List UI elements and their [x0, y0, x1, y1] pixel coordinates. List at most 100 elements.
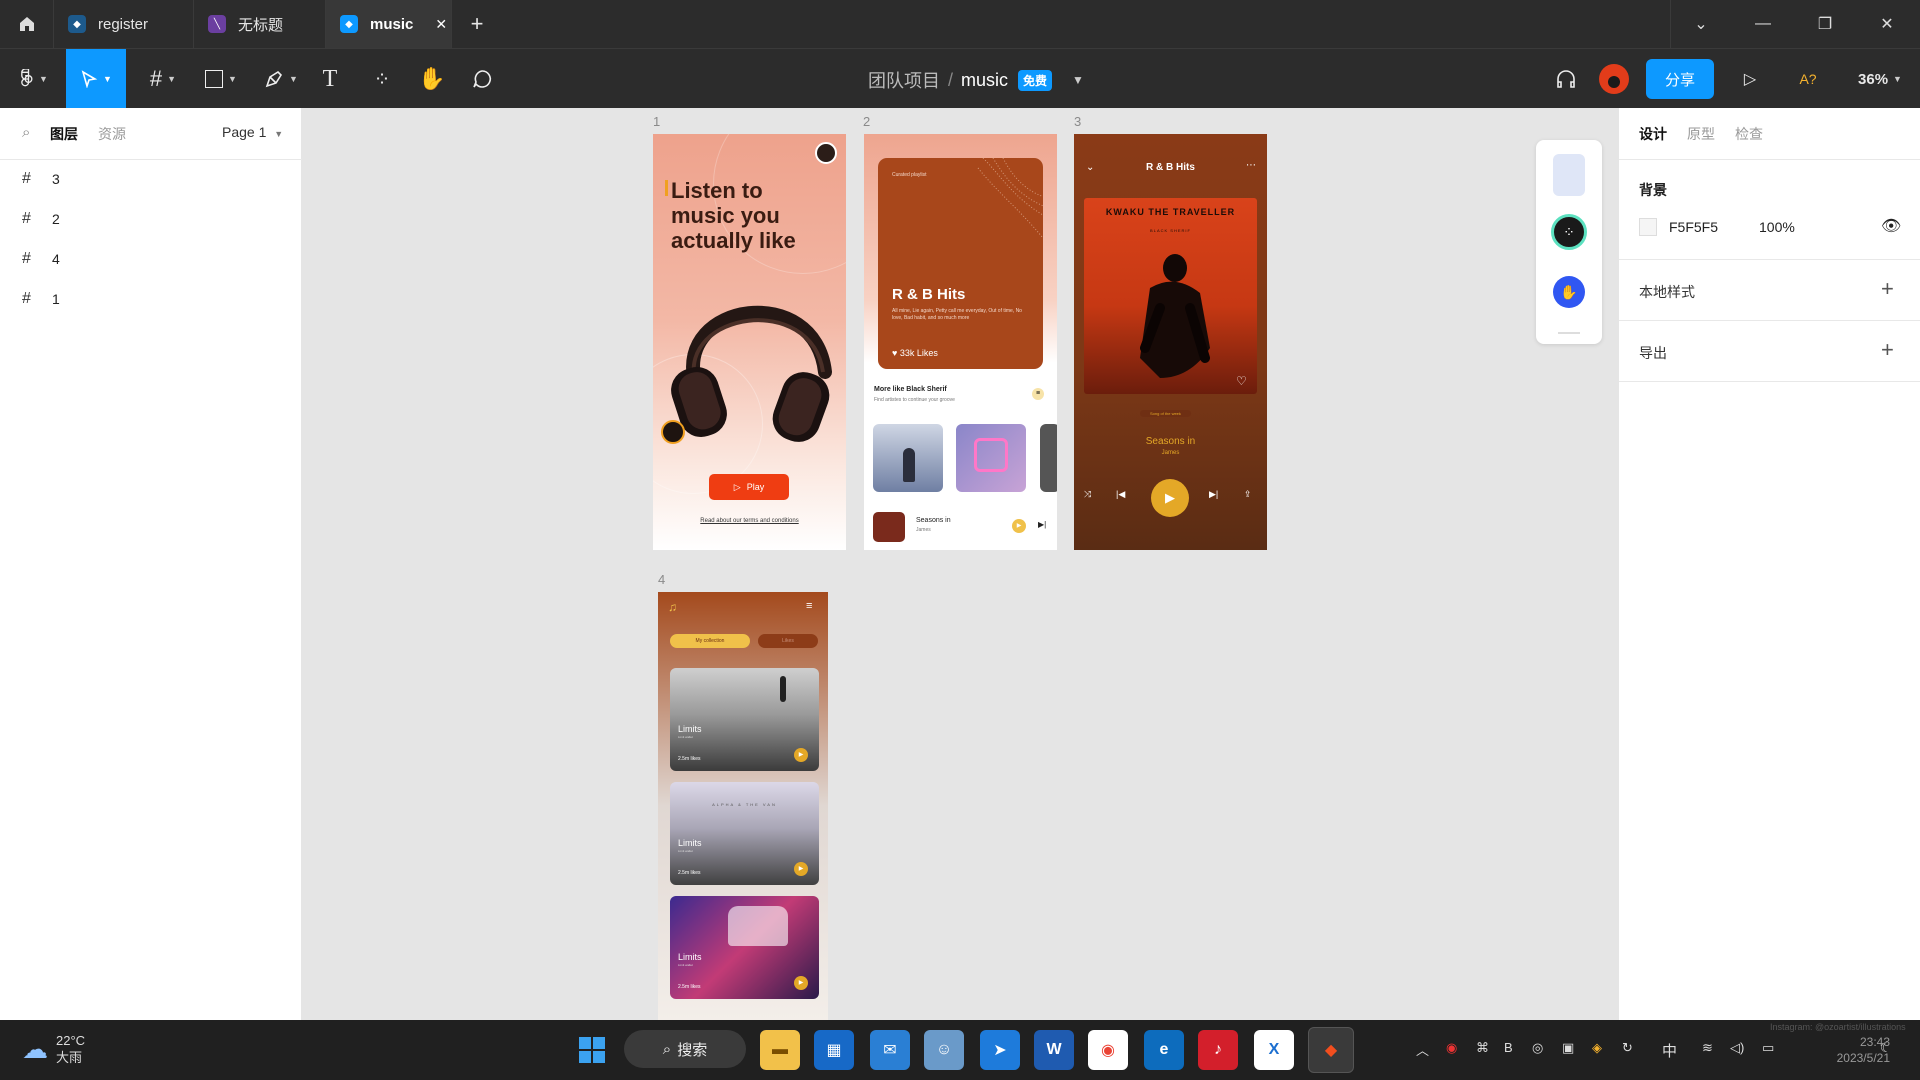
feishu-icon[interactable]: ➤ — [980, 1030, 1020, 1070]
add-style-plus-icon[interactable]: + — [1881, 276, 1894, 302]
bg-opacity-input[interactable]: 100% — [1759, 219, 1795, 235]
xmind-icon[interactable]: X — [1254, 1030, 1294, 1070]
card-play-icon[interactable]: ▶ — [794, 862, 808, 876]
battery-icon[interactable]: ▭ — [1762, 1040, 1774, 1056]
mini-play-icon[interactable]: ▶ — [1012, 519, 1026, 533]
taskbar-search[interactable]: ⌕ 搜索 — [624, 1030, 746, 1068]
main-menu-button[interactable]: ▼ — [8, 49, 58, 109]
share-button[interactable]: 分享 — [1646, 59, 1714, 99]
filter-icon[interactable]: ≡ — [1032, 388, 1044, 400]
mini-next-icon[interactable]: ▶| — [1038, 520, 1046, 529]
minimize-button[interactable]: — — [1733, 0, 1793, 48]
comment-tool-button[interactable] — [462, 49, 502, 109]
file-name[interactable]: music — [961, 70, 1008, 91]
share-icon[interactable]: ⇪ — [1244, 489, 1252, 500]
plugin-icon-hand[interactable]: ✋ — [1553, 276, 1585, 308]
netease-music-icon[interactable]: ♪ — [1198, 1030, 1238, 1070]
favorite-heart-icon[interactable]: ♡ — [1236, 374, 1247, 388]
frame-label-1[interactable]: 1 — [653, 114, 660, 129]
team-project-link[interactable]: 团队项目 — [868, 67, 940, 93]
shape-tool-button[interactable]: ▼ — [196, 49, 246, 109]
tray-netease-icon[interactable]: ◉ — [1446, 1040, 1457, 1056]
artist-thumb-1[interactable] — [873, 424, 943, 492]
eye-icon[interactable]: 👁 — [1881, 216, 1901, 236]
layer-item-1[interactable]: #1 — [22, 290, 60, 308]
frame-tool-button[interactable]: # ▼ — [138, 49, 188, 109]
tab-music[interactable]: ◆ music ✕ — [326, 0, 452, 48]
tab-assets[interactable]: 资源 — [98, 124, 126, 144]
layer-item-2[interactable]: #2 — [22, 210, 60, 228]
tray-figma-icon[interactable]: ⌘ — [1476, 1040, 1489, 1056]
cat-app-icon[interactable]: ☺ — [924, 1030, 964, 1070]
file-menu-chevron-icon[interactable]: ▼ — [1072, 73, 1084, 87]
close-window-button[interactable]: ✕ — [1857, 0, 1917, 48]
avatar[interactable] — [1596, 49, 1632, 109]
collection-card-1[interactable]: Limits Limit wallet 2.5m likes ▶ — [670, 668, 819, 771]
chrome-icon[interactable]: ◉ — [1088, 1030, 1128, 1070]
page-select[interactable]: Page 1 ▼ — [222, 124, 283, 140]
text-tool-button[interactable]: T — [310, 49, 350, 109]
close-tab-icon[interactable]: ✕ — [435, 16, 447, 33]
artist-thumb-2[interactable] — [956, 424, 1026, 492]
play-pause-button[interactable]: ▶ — [1151, 479, 1189, 517]
bg-color-swatch[interactable] — [1639, 218, 1657, 236]
card-play-icon[interactable]: ▶ — [794, 976, 808, 990]
new-tab-button[interactable]: + — [452, 0, 502, 48]
frame-label-3[interactable]: 3 — [1074, 114, 1081, 129]
layer-item-4[interactable]: #4 — [22, 250, 60, 268]
tab-untitled[interactable]: ╲ 无标题 — [194, 0, 326, 48]
present-button[interactable]: ▷ — [1730, 49, 1770, 109]
edge-icon[interactable]: e — [1144, 1030, 1184, 1070]
collection-card-3[interactable]: Limits Limit wallet 2.5m likes ▶ — [670, 896, 819, 999]
tab-likes[interactable]: Likes — [758, 634, 818, 648]
more-icon[interactable]: ⋯ — [1246, 160, 1256, 171]
search-icon[interactable]: ⌕ — [22, 124, 30, 141]
tray-wechat-icon[interactable]: ◎ — [1532, 1040, 1543, 1056]
do-not-disturb-icon[interactable]: ☾ — [1880, 1040, 1892, 1056]
file-explorer-icon[interactable]: ▬ — [760, 1030, 800, 1070]
tab-register[interactable]: ◆ register — [54, 0, 194, 48]
volume-icon[interactable]: ◁) — [1730, 1040, 1744, 1056]
weather-widget[interactable]: ☁ 22°C 大雨 — [22, 1032, 85, 1066]
frame-3[interactable]: ⌄ R & B Hits ⋯ KWAKU THE TRAVELLER BLACK… — [1074, 134, 1267, 550]
menu-icon[interactable]: ≡ — [806, 600, 812, 612]
zoom-control[interactable]: 36% ▼ — [1850, 49, 1910, 109]
design-canvas[interactable]: 1 2 3 4 Listen to music you actually lik… — [302, 108, 1618, 1020]
font-missing-button[interactable]: A? — [1786, 49, 1830, 109]
tray-b-icon[interactable]: B — [1504, 1040, 1513, 1055]
frame-2[interactable]: Curated playlist R & B Hits All mine, Li… — [864, 134, 1057, 550]
frame-label-4[interactable]: 4 — [658, 572, 665, 587]
bg-hex-input[interactable]: F5F5F5 — [1669, 219, 1718, 235]
next-icon[interactable]: ▶| — [1209, 489, 1218, 500]
home-tab[interactable] — [0, 0, 54, 48]
move-tool-button[interactable]: ▼ — [66, 49, 126, 109]
frame-label-2[interactable]: 2 — [863, 114, 870, 129]
artist-thumb-3[interactable] — [1040, 424, 1057, 492]
restore-button[interactable]: ❐ — [1795, 0, 1855, 48]
frame-4[interactable]: ♫ ≡ My collection Likes Limits Limit wal… — [658, 592, 828, 1020]
frame-1[interactable]: Listen to music you actually like ▷ Play … — [653, 134, 846, 550]
tray-sync-icon[interactable]: ↻ — [1622, 1040, 1633, 1056]
tab-inspect[interactable]: 检查 — [1735, 124, 1763, 144]
shuffle-icon[interactable]: ⤨ — [1084, 489, 1091, 500]
previous-icon[interactable]: |◀ — [1116, 489, 1125, 500]
ime-indicator[interactable]: 中 — [1662, 1040, 1677, 1061]
layer-item-3[interactable]: #3 — [22, 170, 60, 188]
plugin-icon-components[interactable]: ⁘ — [1551, 214, 1587, 250]
tab-prototype[interactable]: 原型 — [1687, 124, 1715, 144]
hand-tool-button[interactable]: ✋ — [412, 49, 452, 109]
card-play-icon[interactable]: ▶ — [794, 748, 808, 762]
dropdown-tabs-button[interactable]: ⌄ — [1671, 0, 1731, 48]
play-button[interactable]: ▷ Play — [709, 474, 789, 500]
components-button[interactable]: ⁘ — [362, 49, 402, 109]
mail-icon[interactable]: ✉ — [870, 1030, 910, 1070]
add-export-plus-icon[interactable]: + — [1881, 337, 1894, 363]
tray-chevron-icon[interactable]: ︿ — [1416, 1040, 1429, 1059]
tray-shield-icon[interactable]: ◈ — [1592, 1040, 1602, 1056]
plugin-icon-layout[interactable] — [1553, 154, 1585, 196]
terms-link[interactable]: Read about our terms and conditions — [653, 518, 846, 524]
tab-my-collection[interactable]: My collection — [670, 634, 750, 648]
pen-tool-button[interactable]: ▼ — [256, 49, 306, 109]
clock[interactable]: 23:43 2023/5/21 — [1790, 1034, 1890, 1066]
audio-button[interactable] — [1548, 49, 1584, 109]
